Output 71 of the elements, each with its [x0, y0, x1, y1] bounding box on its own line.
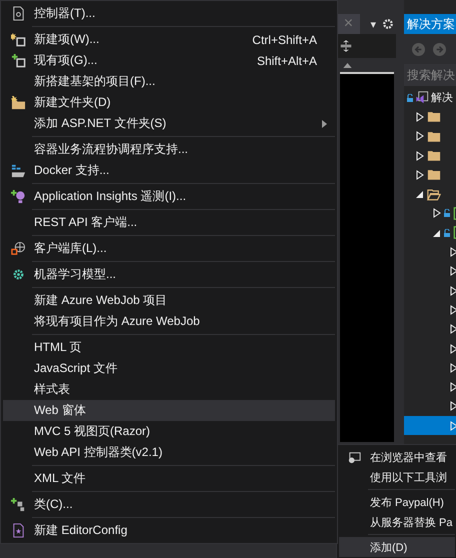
document-icon — [11, 523, 26, 538]
menu-item[interactable]: 从服务器替换 Pa — [339, 512, 455, 532]
menu-item[interactable]: 将现有项目作为 Azure WebJob — [3, 311, 335, 332]
menu-item[interactable]: 添加 ASP.NET 文件夹(S) — [3, 113, 335, 134]
expand-arrow-icon[interactable] — [450, 286, 456, 296]
expand-arrow-icon[interactable] — [450, 247, 456, 258]
menu-item[interactable]: REST API 客户端... — [3, 212, 335, 233]
globe-icon — [11, 241, 26, 256]
menu-item[interactable]: 发布 Paypal(H) — [339, 492, 455, 512]
expand-arrow-icon[interactable] — [416, 150, 424, 161]
lock-icon — [407, 94, 413, 102]
menu-item[interactable]: 样式表 — [3, 379, 335, 400]
menu-item[interactable]: XML 文件 — [3, 468, 335, 489]
gear-icon — [11, 267, 26, 282]
expand-arrow-icon[interactable] — [416, 112, 424, 122]
menu-item[interactable]: 使用以下工具浏 — [339, 467, 455, 487]
browser-icon — [347, 450, 362, 464]
folder-icon — [427, 168, 441, 182]
add-item-icon — [11, 53, 26, 68]
menu-item[interactable]: Web API 控制器类(v2.1) — [3, 442, 335, 463]
search-field[interactable]: 搜索解决 — [404, 64, 456, 86]
expand-arrow-icon[interactable] — [450, 382, 456, 392]
class-icon — [11, 497, 26, 512]
document-icon — [11, 6, 26, 21]
menu-item[interactable]: HTML 页 — [3, 337, 335, 358]
new-folder-icon — [11, 95, 26, 110]
folder-icon — [427, 149, 441, 162]
expand-arrow-icon[interactable] — [433, 208, 441, 218]
expand-arrow-icon[interactable] — [450, 344, 456, 354]
menu-item[interactable]: 添加(D) — [339, 537, 455, 557]
expand-arrow-icon[interactable] — [450, 324, 456, 334]
folder-icon — [427, 110, 441, 124]
new-item-icon — [11, 32, 26, 47]
collapse-arrow-icon[interactable] — [416, 189, 424, 200]
menu-item[interactable]: 机器学习模型... — [3, 264, 335, 285]
collapse-arrow-icon[interactable] — [433, 228, 441, 238]
menu-item[interactable]: Docker 支持... — [3, 160, 335, 181]
menu-item[interactable]: 新建 Azure WebJob 项目 — [3, 290, 335, 311]
menu-item[interactable]: JavaScript 文件 — [3, 358, 335, 379]
scroll-up-arrow-icon[interactable] — [343, 62, 352, 68]
expand-arrow-icon[interactable] — [450, 304, 456, 315]
menu-item[interactable]: Web 窗体 — [3, 400, 335, 421]
tree-label[interactable]: 解决 — [431, 90, 453, 106]
split-icon[interactable] — [340, 39, 352, 53]
dropdown-button[interactable]: ▾ — [370, 18, 376, 30]
expand-arrow-icon[interactable] — [416, 170, 424, 180]
lightbulb-icon — [11, 189, 26, 204]
menu-item[interactable]: 现有项(G)... Shift+Alt+A — [3, 50, 335, 71]
menu-item[interactable]: 新建文件夹(D) — [3, 92, 335, 113]
expand-arrow-icon[interactable] — [416, 131, 424, 142]
docker-icon — [11, 163, 26, 178]
expand-arrow-icon[interactable] — [450, 401, 456, 412]
lock-icon — [444, 209, 450, 218]
menu-item[interactable]: 类(C)... — [3, 494, 335, 515]
expand-arrow-icon[interactable] — [450, 362, 456, 373]
menu-item[interactable]: 新搭建基架的项目(F)... — [3, 71, 335, 92]
menu-item[interactable]: 客户端库(L)... — [3, 238, 335, 259]
menu-item[interactable]: 容器业务流程协调程序支持... — [3, 139, 335, 160]
folder-icon — [427, 188, 441, 201]
menu-item[interactable]: 新建项(W)... Ctrl+Shift+A — [3, 29, 335, 50]
menu-item[interactable]: 在浏览器中查看 — [339, 447, 455, 467]
menu-item[interactable]: Application Insights 遥测(I)... — [3, 186, 335, 207]
lock-icon — [444, 228, 450, 237]
expand-arrow-icon[interactable] — [450, 266, 456, 276]
menu-item[interactable]: 新建 EditorConfig — [3, 520, 335, 541]
folder-icon — [427, 130, 441, 143]
menu-item[interactable]: MVC 5 视图页(Razor) — [3, 421, 335, 442]
menu-item[interactable]: 控制器(T)... — [3, 3, 335, 24]
panel-title: 解决方案 — [404, 14, 456, 34]
solution-icon — [415, 91, 429, 104]
settings-icon[interactable] — [382, 18, 394, 30]
